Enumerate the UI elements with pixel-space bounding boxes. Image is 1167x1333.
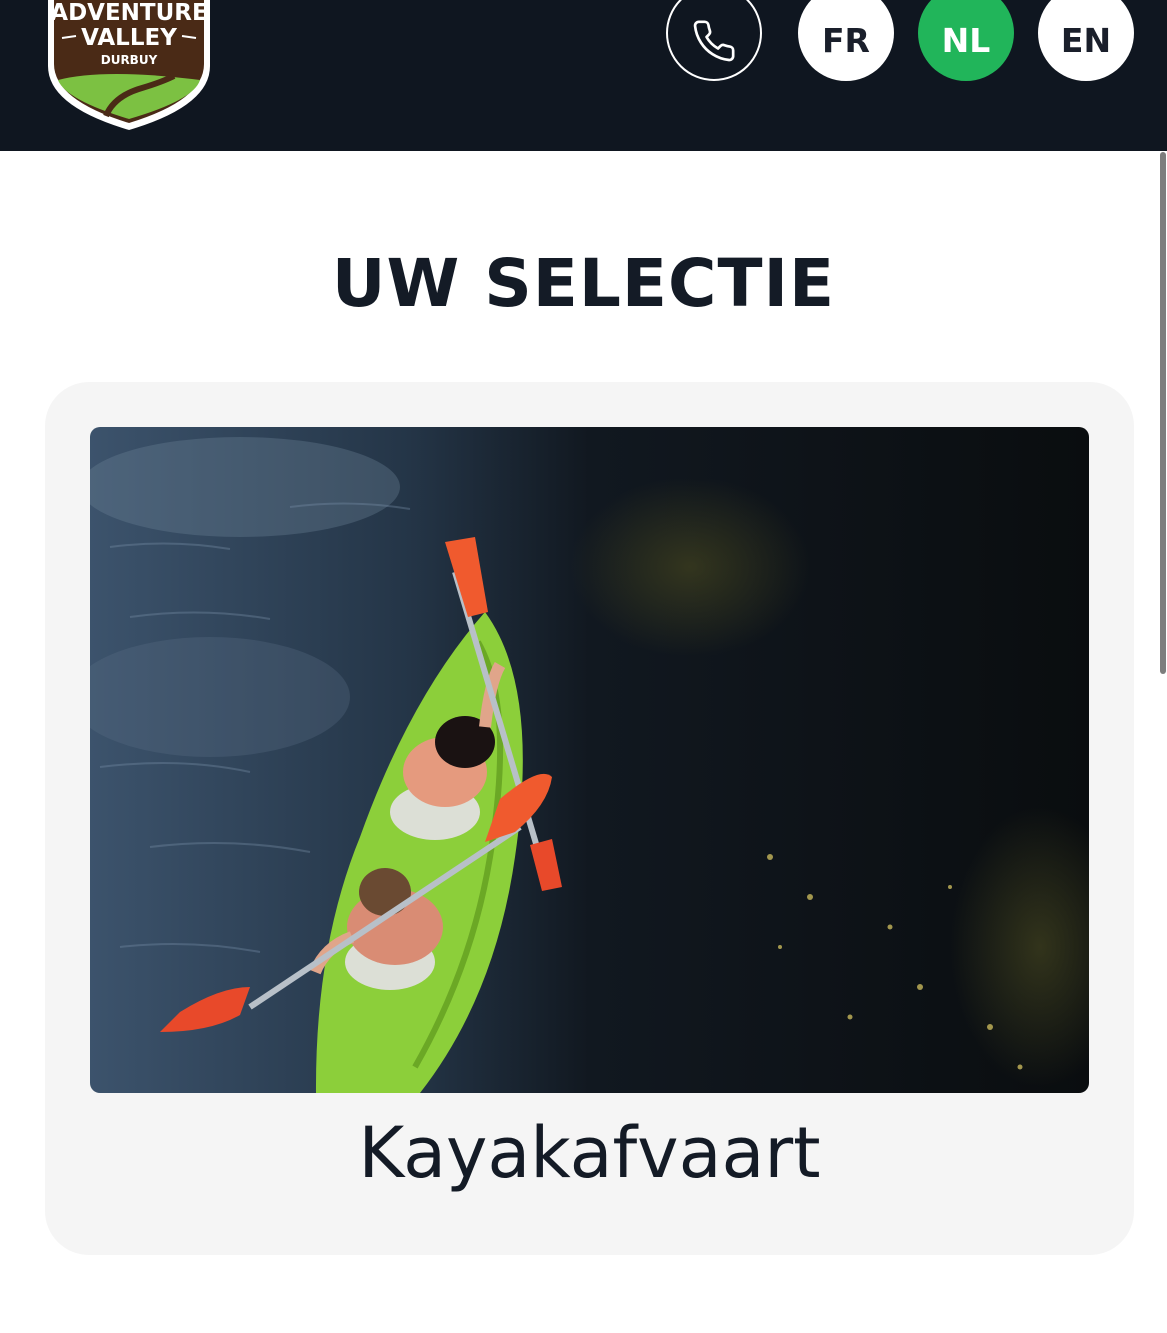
kayak-photo xyxy=(90,427,1089,1093)
logo-text-adventure: ADVENTURE xyxy=(50,0,207,26)
selection-card[interactable]: Kayakafvaart xyxy=(45,382,1134,1255)
language-label-fr: FR xyxy=(822,20,870,60)
page-title: UW SELECTIE xyxy=(331,245,836,322)
logo-text-durbuy: DURBUY xyxy=(101,53,158,67)
phone-button[interactable] xyxy=(666,0,762,81)
language-button-en[interactable]: EN xyxy=(1038,0,1134,81)
language-label-en: EN xyxy=(1060,20,1112,60)
logo-text-valley: VALLEY xyxy=(81,25,177,51)
page-scrollbar[interactable] xyxy=(1160,152,1166,674)
adventure-valley-logo[interactable]: ADVENTURE VALLEY DURBUY xyxy=(44,0,214,133)
selection-card-title: Kayakafvaart xyxy=(358,1112,821,1194)
language-button-nl[interactable]: NL xyxy=(918,0,1014,81)
phone-icon xyxy=(693,20,735,62)
language-button-fr[interactable]: FR xyxy=(798,0,894,81)
site-header: ADVENTURE VALLEY DURBUY FR NL EN xyxy=(0,0,1167,151)
language-label-nl: NL xyxy=(941,20,991,60)
